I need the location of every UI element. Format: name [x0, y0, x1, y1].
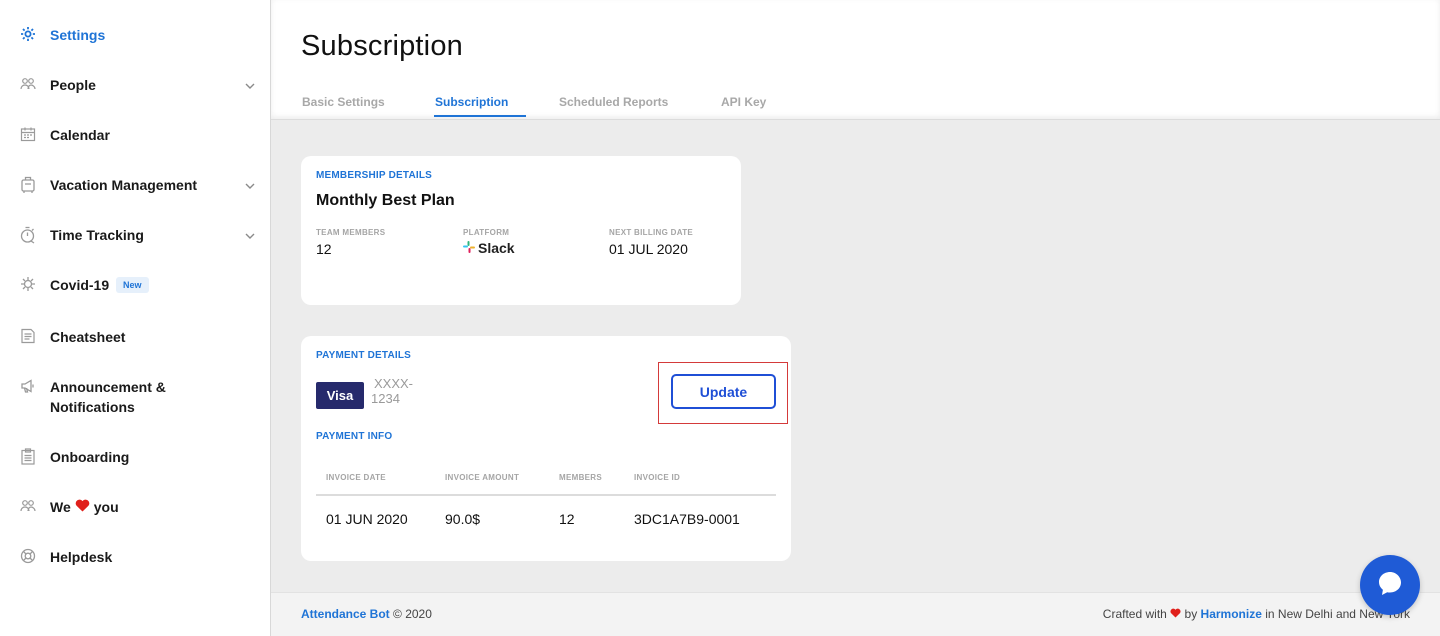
sidebar-item-label: We you [50, 497, 119, 517]
people-icon [20, 76, 36, 92]
sidebar-item-label: Cheatsheet [50, 329, 126, 345]
document-icon [20, 328, 36, 344]
sidebar-item-label: Announcement & [50, 379, 166, 395]
clipboard-icon [20, 447, 36, 465]
calendar-icon [20, 126, 36, 142]
sidebar-item-label: People [50, 77, 96, 93]
sidebar-item-label: Settings [50, 27, 106, 43]
slack-icon [463, 240, 475, 256]
column-header-invoice-amount: INVOICE AMOUNT [445, 473, 520, 482]
platform-name: Slack [478, 240, 515, 256]
chat-launcher-button[interactable] [1360, 555, 1420, 615]
chevron-down-icon[interactable] [244, 179, 256, 191]
sidebar-item-label: Calendar [50, 127, 110, 143]
sidebar-item-label: Vacation Management [50, 177, 198, 193]
update-button[interactable]: Update [671, 374, 776, 409]
card-number-line2: 1234 [371, 391, 400, 406]
sidebar-item-label: Onboarding [50, 449, 130, 465]
stopwatch-icon [20, 226, 36, 244]
card-number-line1: XXXX- [374, 376, 414, 391]
column-header-invoice-date: INVOICE DATE [326, 473, 386, 482]
column-header-invoice-id: INVOICE ID [634, 473, 681, 482]
tab-api-key[interactable]: API Key [721, 95, 766, 109]
sidebar-item-label: Time Tracking [50, 227, 144, 243]
harmonize-link[interactable]: Harmonize [1201, 607, 1262, 621]
team-members-value: 12 [316, 241, 332, 257]
payment-section-title: PAYMENT DETAILS [316, 350, 412, 361]
next-billing-value: 01 JUL 2020 [609, 241, 688, 257]
tab-scheduled-reports[interactable]: Scheduled Reports [559, 95, 668, 109]
plan-name: Monthly Best Plan [316, 192, 455, 209]
platform-value: Slack [463, 240, 515, 256]
team-members-label: TEAM MEMBERS [316, 228, 386, 237]
copyright-text: © 2020 [393, 607, 432, 621]
heart-icon [1170, 607, 1184, 621]
footer-copyright: Attendance Bot © 2020 [301, 607, 432, 621]
attendance-bot-link[interactable]: Attendance Bot [301, 607, 390, 621]
by-text: by [1184, 607, 1198, 621]
megaphone-icon [20, 378, 36, 394]
gear-icon [20, 26, 36, 42]
tab-basic-settings[interactable]: Basic Settings [302, 95, 385, 109]
column-header-members: MEMBERS [559, 473, 602, 482]
visa-card-logo: Visa [316, 382, 364, 409]
page-header: Subscription Basic Settings Subscription… [271, 0, 1440, 120]
sidebar: Settings People Calendar Vacation Manage… [0, 0, 271, 636]
platform-label: PLATFORM [463, 228, 510, 237]
virus-icon [20, 276, 36, 292]
members-cell: 12 [559, 511, 575, 527]
chevron-down-icon[interactable] [244, 79, 256, 91]
chevron-down-icon[interactable] [244, 229, 256, 241]
heart-icon [75, 497, 90, 517]
active-tab-indicator [434, 115, 526, 117]
next-billing-label: NEXT BILLING DATE [609, 228, 694, 237]
chat-bubble-icon [1375, 568, 1405, 603]
sidebar-item-label: Helpdesk [50, 549, 113, 565]
invoice-date-cell: 01 JUN 2020 [326, 511, 408, 527]
people-icon [20, 498, 36, 514]
membership-section-title: MEMBERSHIP DETAILS [316, 170, 433, 181]
sidebar-item-label: Notifications [50, 399, 135, 415]
lifebuoy-icon [20, 548, 36, 564]
table-header-divider [316, 494, 776, 496]
sidebar-item-label: Covid-19 [50, 277, 110, 293]
page-title: Subscription [301, 30, 463, 62]
tab-subscription[interactable]: Subscription [435, 95, 508, 109]
footer: Attendance Bot © 2020 Crafted with by Ha… [271, 592, 1440, 636]
crafted-text: Crafted with [1102, 607, 1167, 621]
new-badge: New [116, 277, 149, 293]
sidebar-item-announcements[interactable]: Announcement & Notifications [0, 377, 270, 421]
footer-credits: Crafted with by Harmonize in New Delhi a… [1103, 607, 1410, 621]
you-text: you [93, 499, 119, 515]
invoice-amount-cell: 90.0$ [445, 511, 481, 527]
luggage-icon [20, 176, 36, 193]
we-text: We [50, 499, 71, 515]
payment-info-title: PAYMENT INFO [316, 431, 393, 442]
invoice-id-cell: 3DC1A7B9-0001 [634, 511, 740, 527]
